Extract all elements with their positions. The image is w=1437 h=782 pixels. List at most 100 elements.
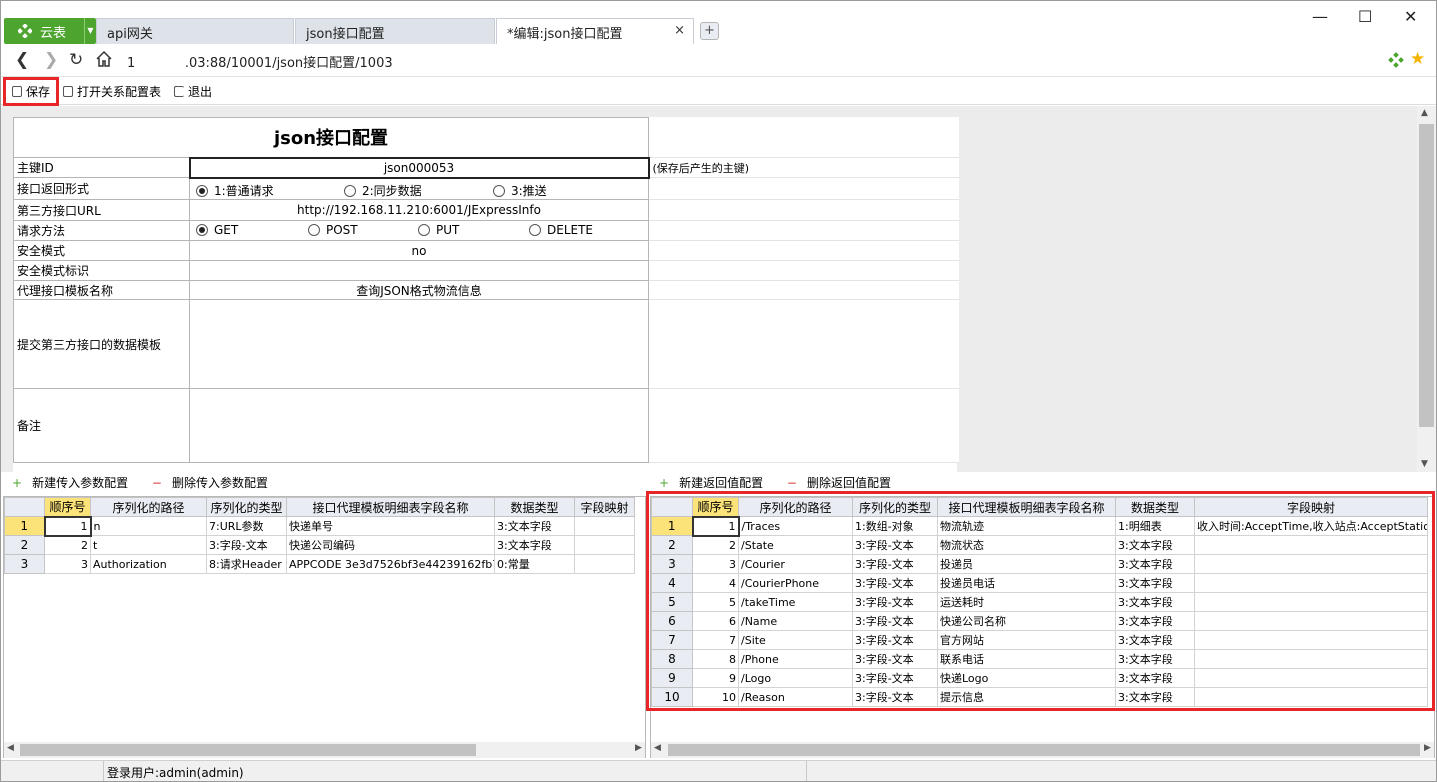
pk-label: 主键ID <box>13 157 190 178</box>
add-input-param-button[interactable]: + 新建传入参数配置 <box>12 476 138 490</box>
table-cell[interactable]: 0:常量 <box>494 554 575 574</box>
row-number: 3 <box>4 554 45 574</box>
table-cell[interactable]: t <box>90 535 207 555</box>
delete-icon: − <box>786 476 797 490</box>
add-return-value-button[interactable]: + 新建返回值配置 <box>659 476 773 490</box>
exit-icon <box>174 86 184 97</box>
delete-input-param-button[interactable]: − 删除传入参数配置 <box>152 476 278 490</box>
table-row[interactable]: 1 1 n 7:URL参数 快递单号 3:文本字段 <box>4 515 635 537</box>
status-bar: 登录用户:admin(admin) <box>1 760 1436 781</box>
submit-template-field[interactable] <box>189 299 649 389</box>
url-field[interactable]: http://192.168.11.210:6001/JExpressInfo <box>189 199 649 221</box>
column-header[interactable]: 字段映射 <box>574 497 635 517</box>
tab-json-config[interactable]: json接口配置 <box>295 18 495 44</box>
extension-icon[interactable] <box>1388 52 1404 71</box>
column-header[interactable]: 顺序号 <box>44 497 91 517</box>
app-dropdown-icon[interactable]: ▼ <box>84 18 96 44</box>
url-text[interactable]: 1 .03:88/10001/json接口配置/1003 <box>127 52 393 71</box>
return-mode-radio-2[interactable]: 2:同步数据 <box>344 182 422 199</box>
proxy-template-field[interactable]: 查询JSON格式物流信息 <box>189 280 649 300</box>
method-label: 请求方法 <box>13 220 190 241</box>
table-cell[interactable]: APPCODE 3e3d7526bf3e44239162fb7238 <box>286 554 495 574</box>
add-icon: + <box>12 476 23 490</box>
table-cell[interactable] <box>574 535 635 555</box>
minimize-icon[interactable]: — <box>1312 7 1328 26</box>
tab-label: json接口配置 <box>306 27 385 42</box>
scroll-left-icon[interactable]: ◀ <box>654 743 661 753</box>
favorite-star-icon[interactable]: ★ <box>1410 49 1425 69</box>
secure-flag-label: 安全模式标识 <box>13 260 190 281</box>
grid-highlight-box <box>646 491 1435 711</box>
back-icon[interactable]: ❮ <box>15 50 29 70</box>
table-cell[interactable]: 7:URL参数 <box>206 516 287 536</box>
url-label: 第三方接口URL <box>13 199 190 221</box>
table-cell[interactable]: 快递单号 <box>286 516 495 536</box>
table-row[interactable]: 2 2 t 3:字段-文本 快递公司编码 3:文本字段 <box>4 535 635 555</box>
table-cell[interactable]: Authorization <box>90 554 207 574</box>
column-header[interactable]: 序列化的类型 <box>206 497 287 517</box>
tab-label: *编辑:json接口配置 <box>507 27 623 42</box>
return-mode-radio-1[interactable]: 1:普通请求 <box>196 182 274 199</box>
exit-button[interactable]: 退出 <box>174 83 212 100</box>
table-row[interactable]: 3 3 Authorization 8:请求Header APPCODE 3e3d752… <box>4 554 635 574</box>
scroll-left-icon[interactable]: ◀ <box>7 743 14 753</box>
table-cell[interactable]: 快递公司编码 <box>286 535 495 555</box>
tab-label: api网关 <box>107 27 153 42</box>
input-params-body: 1 1 n 7:URL参数 快递单号 3:文本字段 2 2 t 3:字段-文本 快递公司编码 3:文本… <box>4 515 635 574</box>
order-cell[interactable]: 1 <box>43 515 92 537</box>
return-mode-radio-3[interactable]: 3:推送 <box>493 182 547 199</box>
table-cell[interactable]: 8:请求Header <box>206 554 287 574</box>
return-mode-field: 1:普通请求 2:同步数据 3:推送 <box>189 177 649 200</box>
remark-field[interactable] <box>189 388 649 463</box>
input-params-grid: 顺序号 序列化的路径 序列化的类型 接口代理模板明细表字段名称 数据类型 字段映… <box>4 497 635 574</box>
close-window-icon[interactable]: ✕ <box>1404 7 1417 26</box>
refresh-icon[interactable]: ↻ <box>69 50 83 70</box>
maximize-icon[interactable]: ☐ <box>1358 7 1372 26</box>
method-radio-get[interactable]: GET <box>196 223 238 237</box>
table-cell[interactable] <box>574 516 635 536</box>
open-relation-button[interactable]: 打开关系配置表 <box>63 83 161 100</box>
toolbar: 保存 打开关系配置表 退出 <box>1 78 1436 105</box>
home-icon[interactable] <box>95 50 113 73</box>
scroll-up-icon[interactable]: ▲ <box>1421 108 1428 118</box>
method-radio-put[interactable]: PUT <box>418 223 459 237</box>
form-scroll-thumb[interactable] <box>1419 124 1434 427</box>
column-header[interactable]: 序列化的路径 <box>90 497 207 517</box>
forward-icon[interactable]: ❯ <box>44 50 58 70</box>
app-menu-button[interactable]: 云表 ▼ <box>4 18 96 44</box>
order-cell[interactable]: 2 <box>44 535 91 555</box>
tab-api-gateway[interactable]: api网关 <box>96 18 294 44</box>
order-cell[interactable]: 3 <box>44 554 91 574</box>
new-tab-button[interactable]: + <box>700 22 719 40</box>
add-icon: + <box>659 476 670 490</box>
address-bar: ❮ ❯ ↻ 1 .03:88/10001/json接口配置/1003 ★ <box>1 44 1436 77</box>
pk-field[interactable]: json000053 <box>188 156 650 179</box>
right-scroll-thumb[interactable] <box>668 744 1420 756</box>
logged-in-user: 登录用户:admin(admin) <box>107 766 244 780</box>
table-cell[interactable] <box>574 554 635 574</box>
method-radio-post[interactable]: POST <box>308 223 358 237</box>
secure-flag-field[interactable] <box>189 260 649 281</box>
table-cell[interactable]: n <box>90 516 207 536</box>
secure-mode-field[interactable]: no <box>189 240 649 261</box>
left-actions: + 新建传入参数配置 − 删除传入参数配置 <box>12 474 288 494</box>
plus-icon: + <box>704 23 715 38</box>
left-scroll-thumb[interactable] <box>20 744 476 756</box>
scroll-down-icon[interactable]: ▼ <box>1421 459 1428 469</box>
pk-note: (保存后产生的主键) <box>648 157 959 178</box>
return-mode-label: 接口返回形式 <box>13 177 190 200</box>
delete-return-value-button[interactable]: − 删除返回值配置 <box>787 476 901 490</box>
table-cell[interactable]: 3:文本字段 <box>494 535 575 555</box>
column-header[interactable]: 数据类型 <box>494 497 575 517</box>
table-cell[interactable]: 3:文本字段 <box>494 516 575 536</box>
tab-edit-json-config[interactable]: *编辑:json接口配置 × <box>496 18 694 44</box>
delete-icon: − <box>151 476 162 490</box>
method-radio-delete[interactable]: DELETE <box>529 223 593 237</box>
column-header[interactable]: 接口代理模板明细表字段名称 <box>286 497 495 517</box>
app-label: 云表 <box>40 26 67 41</box>
scroll-right-icon[interactable]: ▶ <box>635 743 642 753</box>
remark-label: 备注 <box>13 388 190 463</box>
table-cell[interactable]: 3:字段-文本 <box>206 535 287 555</box>
close-tab-icon[interactable]: × <box>674 23 685 38</box>
scroll-right-icon[interactable]: ▶ <box>1424 743 1431 753</box>
